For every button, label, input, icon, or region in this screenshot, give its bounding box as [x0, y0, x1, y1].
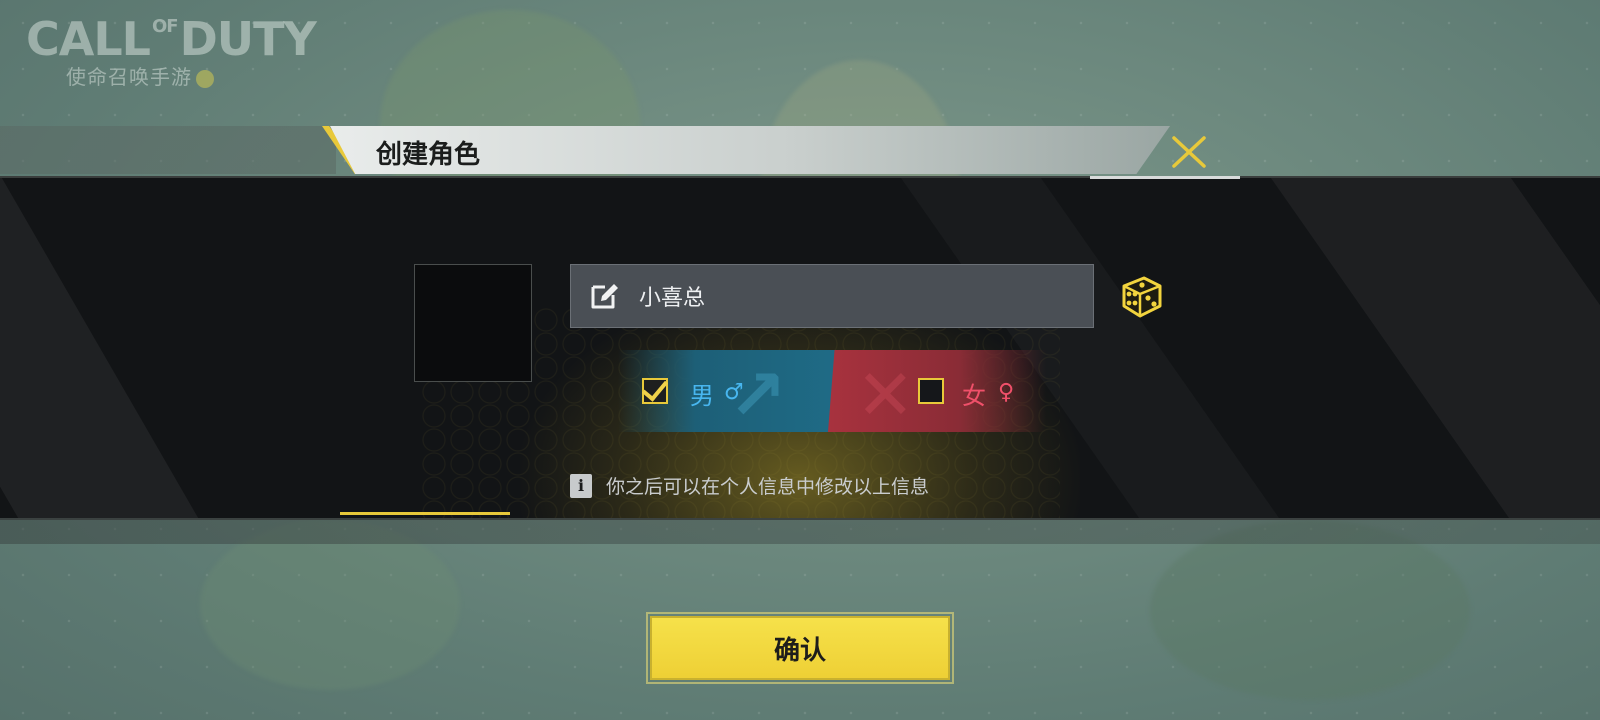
panel-top-marker	[1090, 176, 1240, 179]
female-bg-icon: ✕	[856, 354, 915, 436]
checkmark-icon	[641, 374, 669, 402]
close-button[interactable]	[1168, 132, 1210, 172]
create-character-panel	[0, 176, 1600, 520]
female-checkbox[interactable]	[918, 378, 944, 404]
female-label: 女	[962, 382, 986, 410]
dice-icon	[1122, 276, 1162, 318]
male-symbol-icon: ♂	[724, 380, 744, 405]
logo-subtitle-text: 使命召唤手游	[66, 65, 192, 89]
panel-underline-accent	[340, 512, 510, 515]
logo-title: CALL OFDUTY	[26, 12, 317, 66]
male-label: 男	[690, 382, 714, 410]
panel-bottom-band	[0, 518, 1600, 544]
background-art	[200, 520, 460, 690]
info-hint: i 你之后可以在个人信息中修改以上信息	[570, 472, 929, 499]
confirm-button[interactable]: 确认	[646, 612, 954, 684]
info-text: 你之后可以在个人信息中修改以上信息	[606, 476, 930, 498]
edit-pencil-icon	[591, 284, 618, 309]
logo-word-call: CALL	[26, 12, 151, 66]
logo-subtitle: 使命召唤手游	[66, 64, 296, 90]
decor-stripe	[1270, 178, 1600, 518]
logo-emblem-icon	[196, 69, 214, 88]
game-logo: CALL OFDUTY 使命召唤手游	[26, 12, 317, 96]
character-name-input[interactable]: 小喜总	[570, 264, 1094, 328]
dialog-title: 创建角色	[376, 140, 481, 170]
close-x-icon	[1172, 136, 1206, 168]
male-checkbox[interactable]	[641, 374, 669, 404]
logo-word-duty: DUTY	[179, 12, 317, 66]
female-symbol-icon: ♀	[998, 380, 1015, 405]
background-art	[1150, 520, 1470, 700]
info-icon: i	[570, 473, 592, 498]
character-name-value: 小喜总	[639, 286, 706, 311]
decor-stripe	[0, 178, 199, 518]
random-name-button[interactable]	[1118, 272, 1166, 320]
avatar-preview[interactable]	[414, 264, 532, 382]
confirm-label: 确认	[773, 635, 826, 666]
logo-word-of: OF	[151, 16, 179, 37]
